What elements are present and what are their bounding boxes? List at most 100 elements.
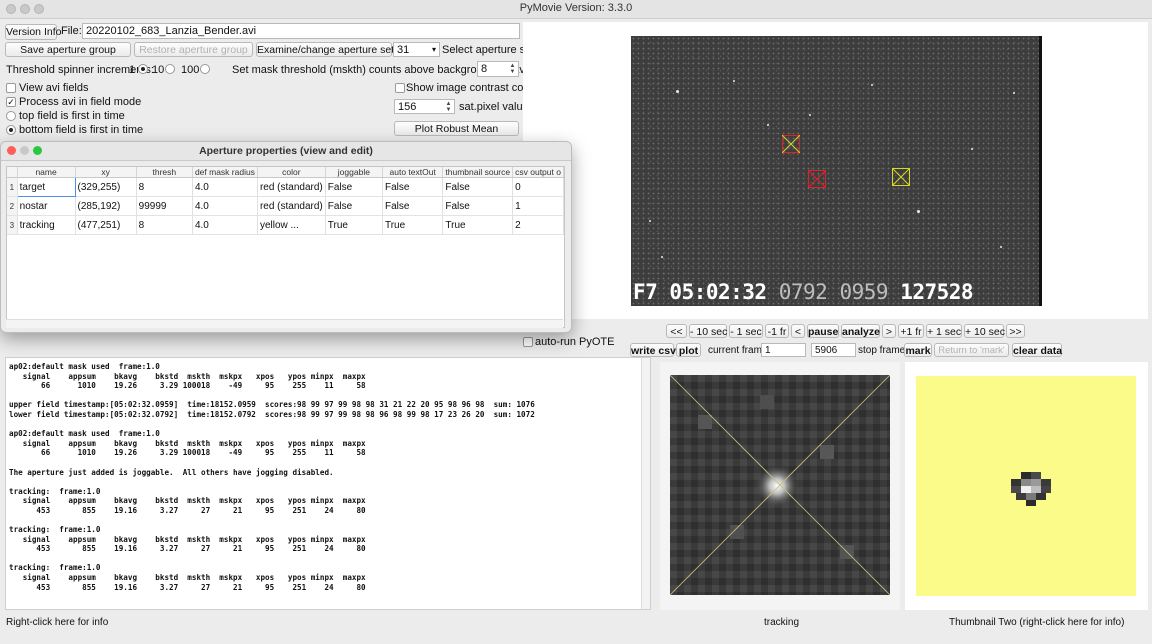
cell-def-mask-radius[interactable]: 4.0 — [192, 177, 258, 197]
cell-csv-output[interactable]: 0 — [512, 177, 564, 197]
cell-xy[interactable]: (285,192) — [75, 196, 137, 216]
log-scrollbar[interactable] — [641, 358, 650, 609]
col-header-xy[interactable]: xy — [75, 167, 137, 178]
star — [1013, 92, 1015, 94]
thumbnail-one-caption: tracking — [764, 617, 800, 628]
cell-def-mask-radius[interactable]: 4.0 — [192, 215, 258, 235]
dialog-zoom-icon[interactable] — [33, 146, 42, 155]
increment-radio-10[interactable] — [165, 64, 175, 74]
aperture-nostar-marker[interactable] — [782, 135, 800, 153]
bottom-field-first-radio[interactable] — [6, 125, 16, 135]
cell-color[interactable]: red (standard) — [257, 177, 326, 197]
thumbnail-two-image — [916, 376, 1136, 596]
view-avi-fields-checkbox[interactable] — [6, 83, 16, 93]
forward-1-sec-button[interactable]: + 1 sec — [926, 324, 962, 338]
cell-thresh[interactable]: 99999 — [136, 196, 193, 216]
cell-name[interactable]: tracking — [17, 215, 76, 235]
restore-aperture-group-button[interactable]: Restore aperture group — [134, 42, 253, 57]
auto-run-pyote-checkbox[interactable] — [523, 337, 533, 347]
col-header-csv-output[interactable]: csv output o — [512, 167, 564, 178]
star — [767, 124, 769, 126]
star — [809, 114, 811, 116]
back-10-sec-button[interactable]: - 10 sec — [689, 324, 727, 338]
col-header-auto-textout[interactable]: auto textOut — [382, 167, 444, 178]
aperture-size-value: 31 — [397, 44, 410, 56]
cell-csv-output[interactable]: 2 — [512, 215, 564, 235]
log-text-area[interactable]: ap02:default mask used frame:1.0 signal … — [5, 357, 651, 610]
cell-auto-textout[interactable]: False — [382, 177, 444, 197]
plot-button[interactable]: plot — [676, 343, 701, 357]
spinner-arrows-icon[interactable]: ▲ ▼ — [444, 101, 453, 113]
mask-threshold-spinner[interactable]: 8 ▲ ▼ — [477, 61, 519, 77]
plot-robust-mean-button[interactable]: Plot Robust Mean — [394, 121, 519, 136]
cell-name[interactable]: nostar — [17, 196, 76, 216]
stop-frame-field[interactable]: 5906 — [811, 343, 856, 357]
sat-pixel-label: sat.pixel value — [459, 101, 529, 113]
cell-joggable[interactable]: False — [325, 196, 383, 216]
cell-joggable[interactable]: False — [325, 177, 383, 197]
file-name-field[interactable]: 20220102_683_Lanzia_Bender.avi — [82, 23, 520, 39]
video-frame-image[interactable]: F7 05:02:32 0792 0959 127528 — [631, 36, 1039, 306]
examine-aperture-settings-button[interactable]: Examine/change aperture settings — [256, 42, 416, 57]
cell-xy[interactable]: (477,251) — [75, 215, 137, 235]
table-row[interactable]: 1 target (329,255) 8 4.0 red (standard) … — [7, 177, 564, 197]
save-aperture-group-button[interactable]: Save aperture group — [5, 42, 131, 57]
dialog-minimize-icon[interactable] — [20, 146, 29, 155]
cell-thresh[interactable]: 8 — [136, 215, 193, 235]
clear-data-button[interactable]: clear data — [1012, 343, 1062, 357]
cell-joggable[interactable]: True — [325, 215, 383, 235]
jump-start-button[interactable]: << — [666, 324, 687, 338]
cell-name[interactable]: target — [16, 177, 76, 197]
cell-thumbnail-source[interactable]: True — [442, 215, 514, 235]
step-back-button[interactable]: < — [791, 324, 805, 338]
process-field-mode-checkbox[interactable]: ✓ — [6, 97, 16, 107]
back-1-frame-button[interactable]: -1 fr — [765, 324, 789, 338]
col-header-joggable[interactable]: joggable — [325, 167, 383, 178]
thumbnail-two-panel[interactable] — [905, 362, 1148, 610]
spinner-arrows-icon[interactable]: ▲ ▼ — [508, 63, 517, 75]
col-header-name[interactable]: name — [17, 167, 76, 178]
mark-button[interactable]: mark — [904, 343, 932, 357]
jump-end-button[interactable]: >> — [1006, 324, 1025, 338]
cell-def-mask-radius[interactable]: 4.0 — [192, 196, 258, 216]
aperture-target-marker[interactable] — [808, 170, 826, 188]
version-info-button[interactable]: Version Info — [5, 24, 61, 40]
show-contrast-checkbox[interactable] — [395, 83, 405, 93]
forward-10-sec-button[interactable]: + 10 sec — [964, 324, 1005, 338]
cell-thumbnail-source[interactable]: False — [442, 177, 514, 197]
log-text: ap02:default mask used frame:1.0 signal … — [9, 362, 535, 592]
table-row[interactable]: 2 nostar (285,192) 99999 4.0 red (standa… — [7, 196, 564, 216]
col-header-def-mask-radius[interactable]: def mask radius — [192, 167, 258, 178]
stop-frame-label: stop frame — [858, 345, 906, 356]
thumbnail-two-caption[interactable]: Thumbnail Two (right-click here for info… — [949, 617, 1124, 628]
step-forward-button[interactable]: > — [882, 324, 896, 338]
aperture-tracking-marker[interactable] — [892, 168, 910, 186]
col-header-thumbnail-source[interactable]: thumbnail source — [442, 167, 514, 178]
write-csv-button[interactable]: write csv — [630, 343, 676, 357]
pause-button[interactable]: pause — [807, 324, 839, 338]
cell-thresh[interactable]: 8 — [136, 177, 193, 197]
back-1-sec-button[interactable]: - 1 sec — [729, 324, 763, 338]
increment-radio-100[interactable] — [200, 64, 210, 74]
dialog-close-icon[interactable] — [7, 146, 16, 155]
col-header-thresh[interactable]: thresh — [136, 167, 193, 178]
cell-auto-textout[interactable]: False — [382, 196, 444, 216]
sat-pixel-spinner[interactable]: 156 ▲ ▼ — [394, 99, 455, 114]
cell-color[interactable]: yellow ... — [257, 215, 326, 235]
cell-color[interactable]: red (standard) — [257, 196, 326, 216]
top-field-first-radio[interactable] — [6, 111, 16, 121]
current-frame-field[interactable]: 1 — [761, 343, 806, 357]
return-to-mark-button[interactable]: Return to 'mark' — [934, 343, 1009, 357]
cell-auto-textout[interactable]: True — [382, 215, 444, 235]
thumbnail-one-panel[interactable] — [660, 362, 900, 610]
status-info-label[interactable]: Right-click here for info — [6, 617, 108, 628]
forward-1-frame-button[interactable]: +1 fr — [898, 324, 924, 338]
table-row[interactable]: 3 tracking (477,251) 8 4.0 yellow ... Tr… — [7, 215, 564, 235]
cell-xy[interactable]: (329,255) — [75, 177, 137, 197]
analyze-button[interactable]: analyze — [841, 324, 880, 338]
table-horizontal-scrollbar[interactable] — [6, 319, 563, 328]
aperture-size-select[interactable]: 31 ▾ — [393, 42, 440, 57]
col-header-color[interactable]: color — [257, 167, 326, 178]
cell-thumbnail-source[interactable]: False — [442, 196, 514, 216]
cell-csv-output[interactable]: 1 — [512, 196, 564, 216]
